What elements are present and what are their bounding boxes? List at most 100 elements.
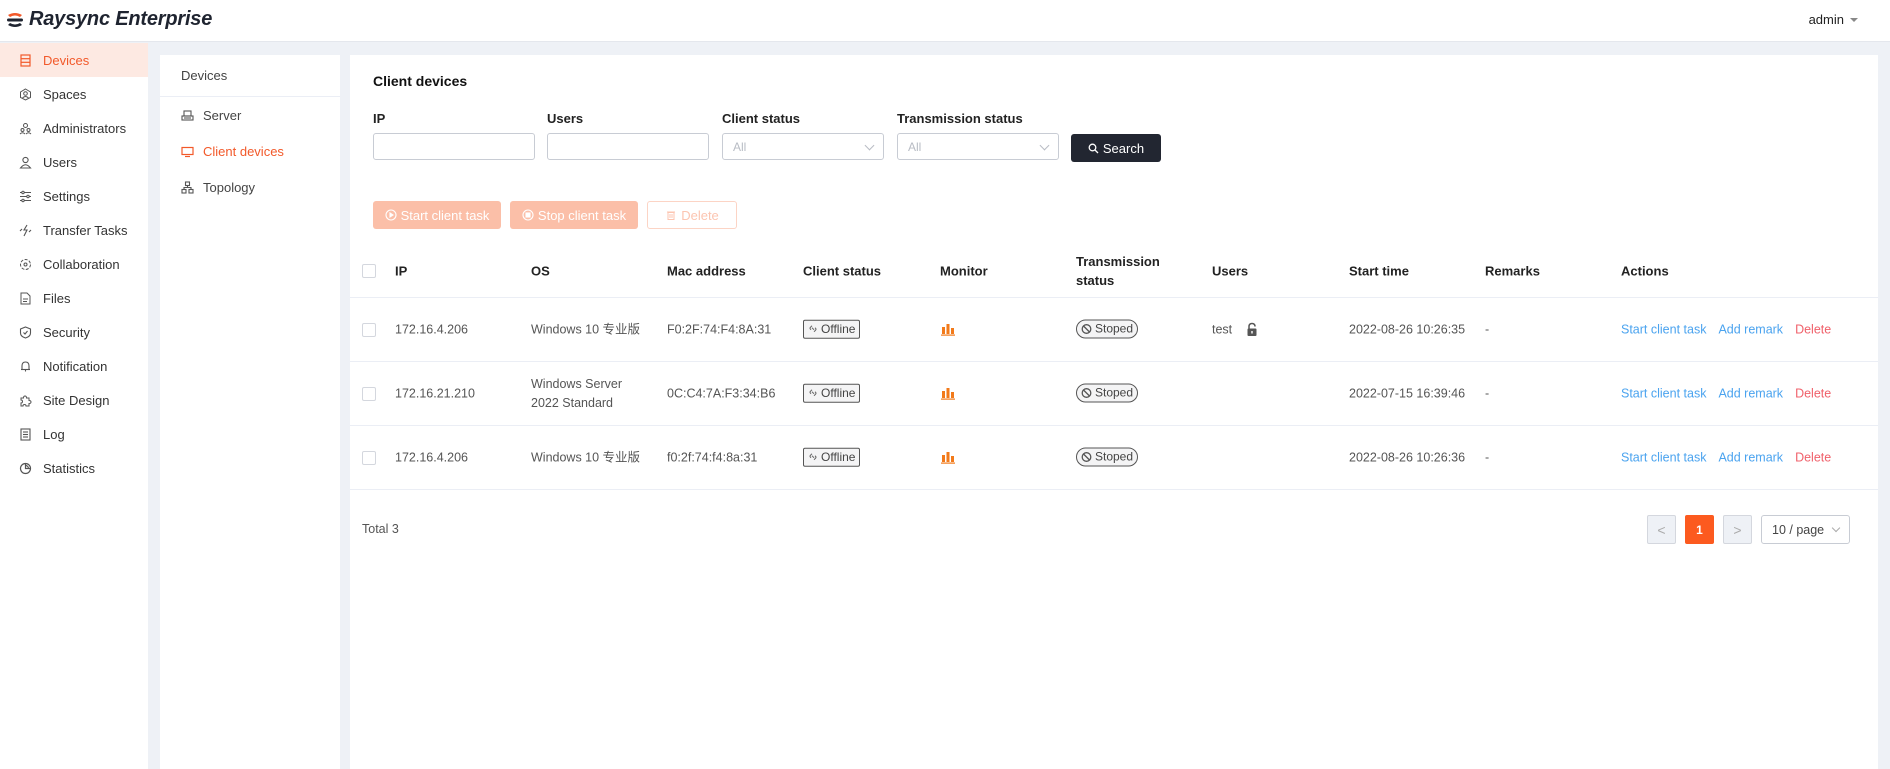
main-panel: Client devices IP Users Client status Al… (350, 55, 1878, 769)
delete-label: Delete (681, 207, 719, 223)
transmission-status-filter-label: Transmission status (897, 111, 1023, 126)
start-time-cell: 2022-08-26 10:26:35 (1349, 322, 1466, 336)
client-status-text: Offline (821, 385, 856, 400)
sidebar: Devices Spaces Administrators Users Settings… (0, 43, 148, 769)
client-status-badge: Offline (803, 447, 861, 467)
select-all-checkbox[interactable] (362, 264, 376, 278)
users-filter: Users (547, 111, 709, 160)
bar-chart-icon[interactable] (940, 386, 956, 400)
add-remark-link[interactable]: Add remark (1718, 386, 1783, 400)
submenu-item-label: Server (203, 107, 242, 123)
sidebar-item-transfer-tasks[interactable]: Transfer Tasks (0, 213, 148, 247)
ip-cell: 172.16.21.210 (395, 386, 475, 400)
chevron-right-icon: > (1733, 521, 1742, 538)
table-row: 172.16.4.206 Windows 10 专业版 F0:2F:74:F4:8A… (350, 298, 1878, 362)
transmission-status-badge: Stoped (1076, 383, 1139, 402)
column-header-os: OS (531, 263, 550, 279)
sidebar-item-statistics[interactable]: Statistics (0, 451, 148, 485)
sidebar-item-spaces[interactable]: Spaces (0, 77, 148, 111)
delete-link[interactable]: Delete (1795, 450, 1831, 464)
sidebar-item-administrators[interactable]: Administrators (0, 111, 148, 145)
stop-client-task-label: Stop client task (537, 207, 627, 223)
bar-chart-icon[interactable] (940, 322, 956, 336)
os-cell: Windows 10 专业版 (531, 322, 641, 336)
submenu-item-client-devices[interactable]: Client devices (160, 133, 340, 169)
user-menu[interactable]: admin (1809, 12, 1858, 27)
sidebar-item-site-design[interactable]: Site Design (0, 383, 148, 417)
sidebar-item-label: Settings (43, 188, 90, 204)
client-status-filter-label: Client status (722, 111, 801, 126)
pie-chart-icon (19, 462, 32, 475)
submenu-item-label: Topology (203, 179, 256, 195)
transmission-status-text: Stoped (1095, 385, 1134, 399)
column-header-mac: Mac address (667, 263, 746, 279)
table-row: 172.16.4.206 Windows 10 专业版 f0:2f:74:f4:8a… (350, 426, 1878, 490)
client-status-filter: Client status All (722, 111, 884, 160)
page-number-current[interactable]: 1 (1685, 515, 1714, 544)
submenu-item-server[interactable]: Server (160, 97, 340, 133)
transmission-status-select[interactable]: All (897, 133, 1059, 160)
start-client-task-link[interactable]: Start client task (1621, 450, 1706, 464)
play-circle-icon (385, 209, 397, 221)
sidebar-item-devices[interactable]: Devices (0, 43, 148, 77)
sidebar-item-files[interactable]: Files (0, 281, 148, 315)
sidebar-item-label: Notification (43, 358, 108, 374)
devices-submenu: Devices Server Client devices Topology (160, 55, 340, 769)
next-page-button[interactable]: > (1723, 515, 1752, 544)
delete-link[interactable]: Delete (1795, 386, 1831, 400)
start-client-task-button[interactable]: Start client task (373, 201, 501, 229)
page-size-value: 10 / page (1772, 522, 1825, 537)
users-cell: test (1212, 320, 1258, 339)
sidebar-item-label: Files (43, 290, 71, 306)
remarks-cell: - (1485, 450, 1490, 464)
sliders-icon (19, 190, 32, 203)
delete-button[interactable]: Delete (647, 201, 737, 229)
delete-link[interactable]: Delete (1795, 322, 1831, 336)
add-remark-link[interactable]: Add remark (1718, 322, 1783, 336)
start-time-cell: 2022-08-26 10:26:36 (1349, 450, 1466, 464)
stop-client-task-button[interactable]: Stop client task (510, 201, 638, 229)
file-icon (19, 292, 32, 305)
row-checkbox[interactable] (362, 386, 376, 401)
client-status-select[interactable]: All (722, 133, 884, 160)
unlock-icon[interactable] (1246, 322, 1258, 337)
start-client-task-label: Start client task (400, 207, 490, 223)
caret-down-icon (1850, 17, 1858, 22)
sidebar-item-notification[interactable]: Notification (0, 349, 148, 383)
page-size-select[interactable]: 10 / page (1761, 515, 1850, 544)
client-status-text: Offline (821, 321, 856, 336)
prev-page-button[interactable]: < (1647, 515, 1676, 544)
username: admin (1808, 12, 1844, 27)
column-header-start-time: Start time (1349, 263, 1409, 279)
mac-cell: f0:2f:74:f4:8a:31 (667, 450, 758, 464)
search-button[interactable]: Search (1071, 134, 1161, 162)
actions-cell: Start client task Add remark Delete (1621, 384, 1831, 403)
chevron-down-icon (1831, 523, 1841, 533)
actions-cell: Start client task Add remark Delete (1621, 448, 1831, 467)
sidebar-item-collaboration[interactable]: Collaboration (0, 247, 148, 281)
row-checkbox[interactable] (362, 450, 376, 465)
sidebar-item-log[interactable]: Log (0, 417, 148, 451)
transmission-status-badge: Stoped (1076, 447, 1139, 466)
sidebar-item-label: Transfer Tasks (43, 222, 128, 238)
ip-input[interactable] (373, 133, 535, 160)
bell-icon (19, 360, 32, 373)
column-header-users: Users (1212, 263, 1249, 279)
mac-cell: F0:2F:74:F4:8A:31 (667, 322, 772, 336)
server-icon (181, 109, 194, 122)
start-client-task-link[interactable]: Start client task (1621, 322, 1706, 336)
column-header-monitor: Monitor (940, 263, 988, 279)
start-client-task-link[interactable]: Start client task (1621, 386, 1706, 400)
sidebar-item-users[interactable]: Users (0, 145, 148, 179)
add-remark-link[interactable]: Add remark (1718, 450, 1783, 464)
puzzle-icon (19, 394, 32, 407)
os-cell: Windows 10 专业版 (531, 450, 641, 464)
sidebar-item-settings[interactable]: Settings (0, 179, 148, 213)
transmission-status-selected: All (908, 139, 922, 154)
bar-chart-icon[interactable] (940, 450, 956, 464)
sidebar-item-security[interactable]: Security (0, 315, 148, 349)
row-checkbox[interactable] (362, 322, 376, 337)
search-button-label: Search (1102, 140, 1145, 156)
users-input[interactable] (547, 133, 709, 160)
submenu-item-topology[interactable]: Topology (160, 169, 340, 205)
